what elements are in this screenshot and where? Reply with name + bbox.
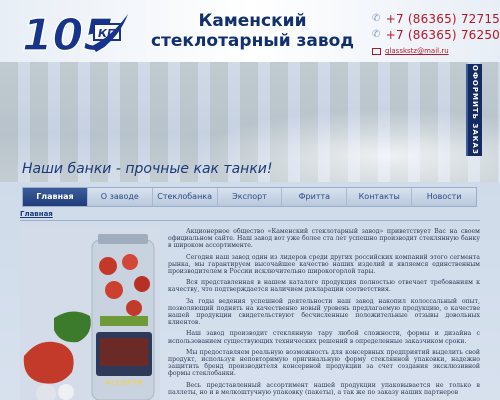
phone-icon: ✆	[372, 13, 381, 24]
main-nav: Главная О заводе Стеклобанка Экспорт Фри…	[22, 187, 477, 207]
phone-row-1: ✆ +7 (86365) 72715	[372, 11, 500, 27]
content-paragraph: Вся представленная в нашем каталоге прод…	[168, 279, 480, 294]
email-row: glasskstz@mail.ru	[372, 45, 500, 57]
nav-item-about[interactable]: О заводе	[88, 188, 153, 206]
nav-item-glass-jars[interactable]: Стеклобанка	[153, 188, 218, 206]
content-paragraph: Сегодня наш завод один из лидеров среди …	[168, 253, 480, 276]
envelope-icon	[372, 47, 381, 55]
nav-item-news[interactable]: Новости	[412, 188, 476, 206]
nav-item-export[interactable]: Экспорт	[218, 188, 283, 206]
content-paragraph: Мы предоставляем реальную возможность дл…	[168, 348, 480, 378]
phone-row-2: ✆ +7 (86365) 76250	[372, 27, 500, 43]
site-header: 105 КП Каменский стеклотарный завод ✆ +7…	[0, 0, 500, 62]
order-tab-button[interactable]: ОФОРМИТЬ ЗАКАЗ	[466, 64, 482, 156]
content-paragraph: Акционерное общество «Каменский стеклота…	[168, 228, 480, 250]
breadcrumb[interactable]: Главная	[20, 210, 53, 218]
contacts-block: ✆ +7 (86365) 72715 ✆ +7 (86365) 76250 gl…	[372, 11, 500, 57]
divider	[20, 220, 480, 221]
content-paragraph: За годы ведения успешной деятельности на…	[168, 297, 480, 327]
nav-item-contacts[interactable]: Контакты	[347, 188, 413, 206]
content-paragraph: Наш завод производит стеклянную тару люб…	[168, 330, 480, 345]
company-logo[interactable]: 105 КП	[22, 6, 132, 58]
phone-number-2[interactable]: +7 (86365) 76250	[386, 28, 500, 42]
product-jar-image: АССОРТИ	[20, 226, 160, 400]
company-name: Каменский стеклотарный завод	[150, 11, 355, 51]
jar-label-text: АССОРТИ	[105, 379, 143, 387]
company-name-line1: Каменский	[198, 11, 307, 31]
company-name-line2: стеклотарный завод	[150, 31, 355, 51]
content-paragraph: Весь представленный ассортимент нашей пр…	[168, 381, 480, 396]
main-content: Акционерное общество «Каменский стеклота…	[168, 228, 480, 400]
phone-number-1[interactable]: +7 (86365) 72715	[386, 12, 500, 26]
nav-item-home[interactable]: Главная	[23, 188, 88, 206]
email-link[interactable]: glasskstz@mail.ru	[385, 47, 449, 55]
nav-item-frit[interactable]: Фритта	[282, 188, 348, 206]
phone-icon: ✆	[372, 29, 381, 40]
slogan: Наши банки - прочные как танки!	[22, 161, 273, 177]
